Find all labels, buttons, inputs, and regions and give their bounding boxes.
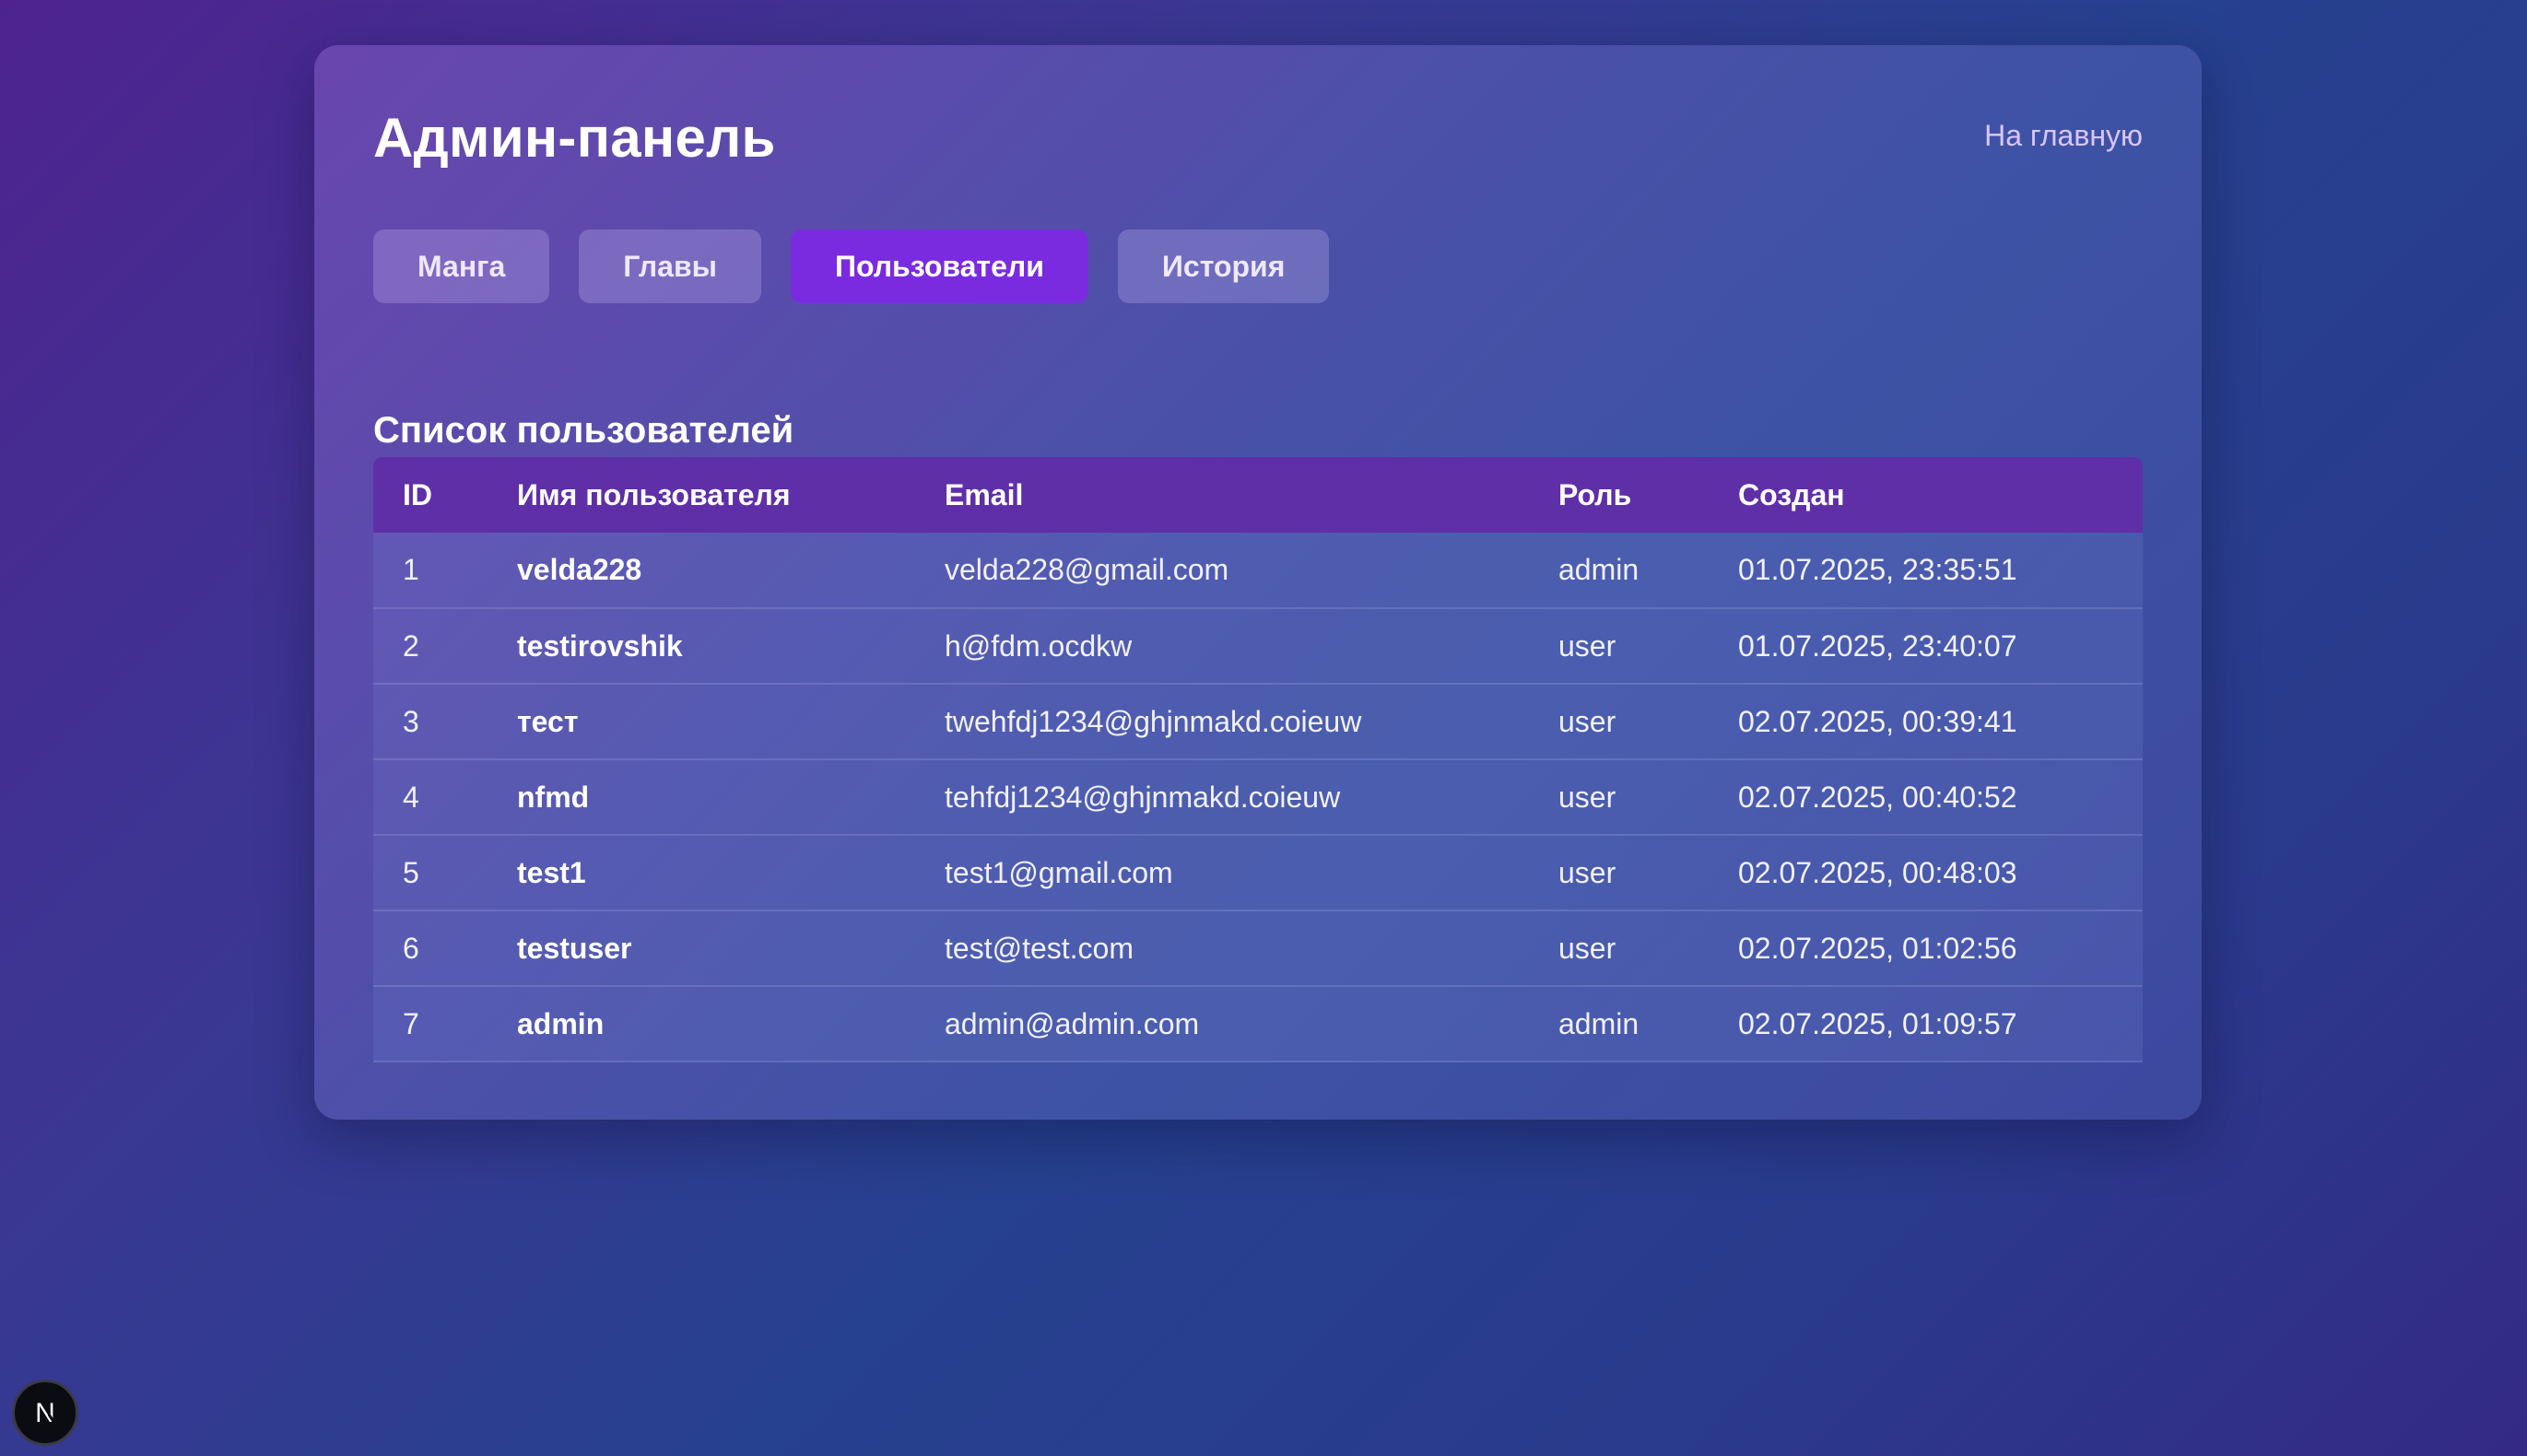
- cell-role: user: [1558, 780, 1616, 814]
- table-row[interactable]: 6 testuser test@test.com user 02.07.2025…: [373, 910, 2143, 986]
- table-row[interactable]: 7 admin admin@admin.com admin 02.07.2025…: [373, 986, 2143, 1062]
- cell-role: user: [1558, 628, 1616, 663]
- cell-created: 01.07.2025, 23:40:07: [1738, 628, 2017, 663]
- cell-created: 01.07.2025, 23:35:51: [1738, 553, 2017, 586]
- cell-username: testuser: [517, 931, 632, 965]
- cell-id: 4: [403, 780, 419, 814]
- home-link[interactable]: На главную: [1984, 119, 2143, 153]
- cell-role: user: [1558, 931, 1616, 965]
- cell-email: velda228@gmail.com: [945, 553, 1229, 586]
- cell-email: admin@admin.com: [945, 1006, 1200, 1040]
- cell-id: 5: [403, 855, 419, 889]
- cell-username: testirovshik: [517, 628, 683, 663]
- column-header-username[interactable]: Имя пользователя: [517, 457, 945, 533]
- cell-email: test1@gmail.com: [945, 855, 1173, 889]
- table-row[interactable]: 2 testirovshik h@fdm.ocdkw user 01.07.20…: [373, 608, 2143, 684]
- cell-username: velda228: [517, 553, 642, 586]
- cell-email: tehfdj1234@ghjnmakd.coieuw: [945, 780, 1341, 814]
- cell-username: test1: [517, 855, 586, 889]
- cell-created: 02.07.2025, 01:09:57: [1738, 1006, 2017, 1040]
- table-header-row: ID Имя пользователя Email Роль Создан: [373, 457, 2143, 533]
- cell-role: user: [1558, 704, 1616, 738]
- cell-id: 2: [403, 628, 419, 663]
- column-header-created[interactable]: Создан: [1738, 457, 2143, 533]
- table-row[interactable]: 4 nfmd tehfdj1234@ghjnmakd.coieuw user 0…: [373, 759, 2143, 835]
- users-table: ID Имя пользователя Email Роль Создан 1 …: [373, 457, 2143, 1063]
- nextjs-dev-badge[interactable]: N: [12, 1380, 78, 1446]
- cell-id: 7: [403, 1006, 419, 1040]
- nextjs-logo-icon: N: [35, 1398, 58, 1428]
- cell-email: test@test.com: [945, 931, 1134, 965]
- column-header-email[interactable]: Email: [945, 457, 1558, 533]
- tab-history[interactable]: История: [1117, 229, 1330, 303]
- section-title: Список пользователей: [373, 410, 794, 451]
- column-header-id[interactable]: ID: [373, 457, 517, 533]
- cell-role: admin: [1558, 1006, 1640, 1040]
- table-row[interactable]: 5 test1 test1@gmail.com user 02.07.2025,…: [373, 835, 2143, 910]
- cell-username: nfmd: [517, 780, 590, 814]
- table-row[interactable]: 3 тест twehfdj1234@ghjnmakd.coieuw user …: [373, 684, 2143, 759]
- cell-created: 02.07.2025, 00:40:52: [1738, 780, 2017, 814]
- table-body: 1 velda228 velda228@gmail.com admin 01.0…: [373, 533, 2143, 1062]
- badge-letter: N: [35, 1398, 55, 1428]
- cell-username: admin: [517, 1006, 605, 1040]
- tab-manga[interactable]: Манга: [373, 229, 550, 303]
- admin-panel: Админ-панель На главную Манга Главы Поль…: [314, 45, 2202, 1120]
- tab-chapters[interactable]: Главы: [579, 229, 761, 303]
- cell-email: twehfdj1234@ghjnmakd.coieuw: [945, 704, 1362, 738]
- cell-role: admin: [1558, 553, 1640, 586]
- cell-id: 1: [403, 553, 419, 586]
- cell-id: 6: [403, 931, 419, 965]
- tab-bar: Манга Главы Пользователи История: [373, 229, 1330, 303]
- tab-users[interactable]: Пользователи: [790, 229, 1088, 303]
- cell-created: 02.07.2025, 01:02:56: [1738, 931, 2017, 965]
- page-title: Админ-панель: [373, 107, 776, 169]
- table-row[interactable]: 1 velda228 velda228@gmail.com admin 01.0…: [373, 533, 2143, 608]
- cell-created: 02.07.2025, 00:39:41: [1738, 704, 2017, 738]
- cell-email: h@fdm.ocdkw: [945, 628, 1133, 663]
- table-header: ID Имя пользователя Email Роль Создан: [373, 457, 2143, 533]
- cell-username: тест: [517, 704, 579, 738]
- cell-role: user: [1558, 855, 1616, 889]
- column-header-role[interactable]: Роль: [1558, 457, 1738, 533]
- cell-created: 02.07.2025, 00:48:03: [1738, 855, 2017, 889]
- cell-id: 3: [403, 704, 419, 738]
